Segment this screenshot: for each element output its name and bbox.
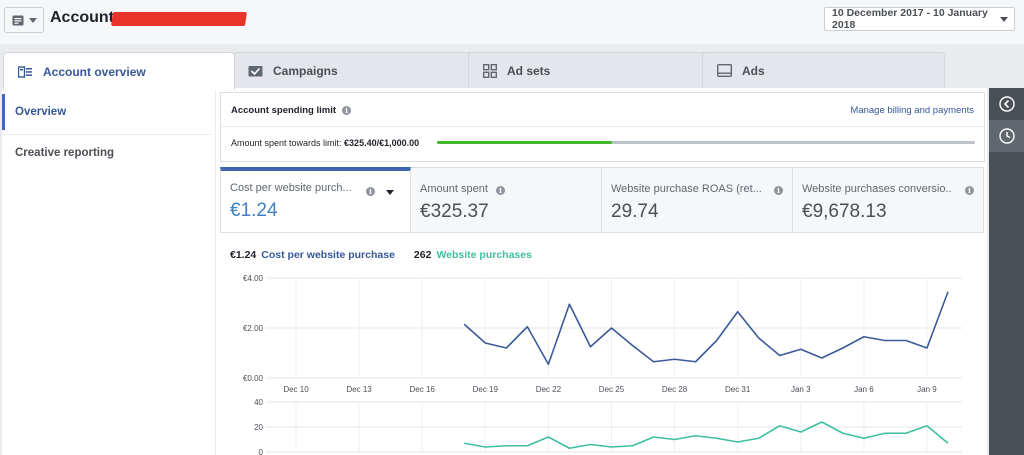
amount-value: €325.40/€1,000.00: [344, 138, 420, 148]
amount-spent-text: Amount spent towards limit: €325.40/€1,0…: [231, 138, 419, 148]
info-icon[interactable]: i: [342, 106, 352, 115]
x-tick-label: Dec 10: [283, 385, 309, 394]
date-range-picker[interactable]: 10 December 2017 - 10 January 2018: [824, 7, 1015, 31]
legend-label-cost[interactable]: Cost per website purchase: [261, 249, 395, 261]
chart-svg: €0.00 €2.00 €4.00 Dec 10 Dec 13 Dec 16 Dec 19 D…: [243, 274, 962, 455]
spending-limit-title: Account spending limit i: [231, 105, 352, 116]
spending-limit-panel: Account spending limit i Manage billing …: [220, 92, 985, 162]
metric-label: Amount spent: [420, 183, 488, 195]
metric-card-cost-per-purchase[interactable]: Cost per website purch... i €1.24: [220, 167, 411, 233]
sidebar-item-label: Overview: [15, 106, 67, 118]
legend-value-purchases: 262: [413, 249, 432, 261]
metric-value: 29.74: [611, 201, 659, 222]
account-overview-icon: [18, 65, 33, 78]
divider: [221, 126, 984, 127]
y-tick-label: €2.00: [243, 324, 264, 333]
chevron-down-icon[interactable]: [386, 190, 394, 195]
tab-label: Campaigns: [273, 63, 338, 78]
y-tick-label: 40: [254, 398, 263, 407]
tab-ad-sets[interactable]: Ad sets: [468, 52, 710, 88]
legend-label-purchases[interactable]: Website purchases: [436, 249, 532, 261]
spending-limit-label: Account spending limit: [231, 105, 337, 116]
ads-icon: [717, 64, 732, 77]
document-icon: [12, 15, 23, 25]
y-tick-label: 20: [254, 423, 263, 432]
sidebar-item-overview[interactable]: Overview: [2, 94, 215, 130]
clock-icon: [998, 128, 1015, 144]
info-icon[interactable]: i: [366, 187, 375, 196]
x-tick-label: Dec 19: [473, 385, 499, 394]
x-tick-label: Dec 31: [725, 385, 751, 394]
performance-chart: €0.00 €2.00 €4.00 Dec 10 Dec 13 Dec 16 Dec 19 D…: [220, 264, 985, 455]
top-bar: Account: 10 December 2017 - 10 January 2…: [0, 0, 1024, 44]
amount-prefix: Amount spent towards limit:: [231, 138, 345, 148]
y-tick-label: €4.00: [243, 274, 264, 283]
x-tick-label: Jan 3: [791, 385, 811, 394]
info-icon[interactable]: i: [965, 186, 974, 195]
tab-ads[interactable]: Ads: [702, 52, 945, 88]
campaigns-icon: [248, 65, 263, 77]
account-name-redacted: [111, 12, 247, 26]
chevron-down-icon: [1000, 17, 1008, 22]
chevron-down-icon: [28, 17, 37, 23]
history-button[interactable]: [989, 120, 1024, 152]
tab-label: Ads: [742, 63, 765, 78]
metric-card-purchase-roas[interactable]: Website purchase ROAS (ret... i 29.74: [602, 167, 793, 233]
tab-label: Ad sets: [507, 63, 551, 78]
metric-card-purchases-conversion-value[interactable]: Website purchases conversio... i €9,678.…: [793, 167, 984, 233]
series-line-website-purchases: [464, 421, 949, 450]
metric-label: Cost per website purch...: [230, 182, 352, 194]
metric-value: €1.24: [230, 200, 278, 221]
y-tick-label: 0: [259, 448, 264, 455]
tab-label: Account overview: [43, 64, 146, 79]
chevron-left-circle-icon: [998, 96, 1015, 112]
account-menu-button[interactable]: [4, 7, 44, 33]
account-title: Account:: [50, 9, 120, 26]
spending-progress-fill: [437, 141, 613, 144]
x-tick-label: Dec 28: [662, 385, 688, 394]
x-tick-label: Dec 25: [599, 385, 625, 394]
sidebar: Overview Creative reporting: [2, 88, 216, 455]
ad-sets-icon: [483, 63, 497, 78]
main-panel: Overview Creative reporting Account spen…: [2, 88, 987, 455]
x-tick-label: Dec 16: [410, 385, 436, 394]
tab-account-overview[interactable]: Account overview: [3, 52, 235, 90]
sidebar-item-creative-reporting[interactable]: Creative reporting: [2, 135, 215, 171]
x-tick-label: Jan 9: [917, 385, 937, 394]
info-icon[interactable]: i: [496, 186, 505, 195]
x-tick-label: Dec 13: [346, 385, 372, 394]
date-range-label: 10 December 2017 - 10 January 2018: [832, 7, 988, 31]
metric-cards: Cost per website purch... i €1.24 Amount…: [220, 167, 985, 233]
metric-value: €9,678.13: [802, 201, 887, 222]
sidebar-item-label: Creative reporting: [15, 147, 115, 159]
spending-progress-bar: [437, 141, 975, 144]
right-rail: [989, 88, 1024, 455]
chart-legend: €1.24 Cost per website purchase 262 Webs…: [230, 249, 532, 261]
legend-value-cost: €1.24: [230, 249, 257, 261]
metric-label: Website purchase ROAS (ret...: [611, 183, 761, 195]
overview-content: Account spending limit i Manage billing …: [220, 92, 985, 455]
metric-label: Website purchases conversio...: [802, 183, 952, 195]
collapse-button[interactable]: [989, 88, 1024, 120]
metric-card-amount-spent[interactable]: Amount spent i €325.37: [411, 167, 602, 233]
info-icon[interactable]: i: [774, 186, 783, 195]
x-tick-label: Jan 6: [854, 385, 874, 394]
x-tick-label: Dec 22: [536, 385, 562, 394]
manage-billing-link[interactable]: Manage billing and payments: [850, 105, 974, 116]
y-tick-label: €0.00: [243, 374, 264, 383]
metric-value: €325.37: [420, 201, 489, 222]
tab-campaigns[interactable]: Campaigns: [233, 52, 476, 88]
